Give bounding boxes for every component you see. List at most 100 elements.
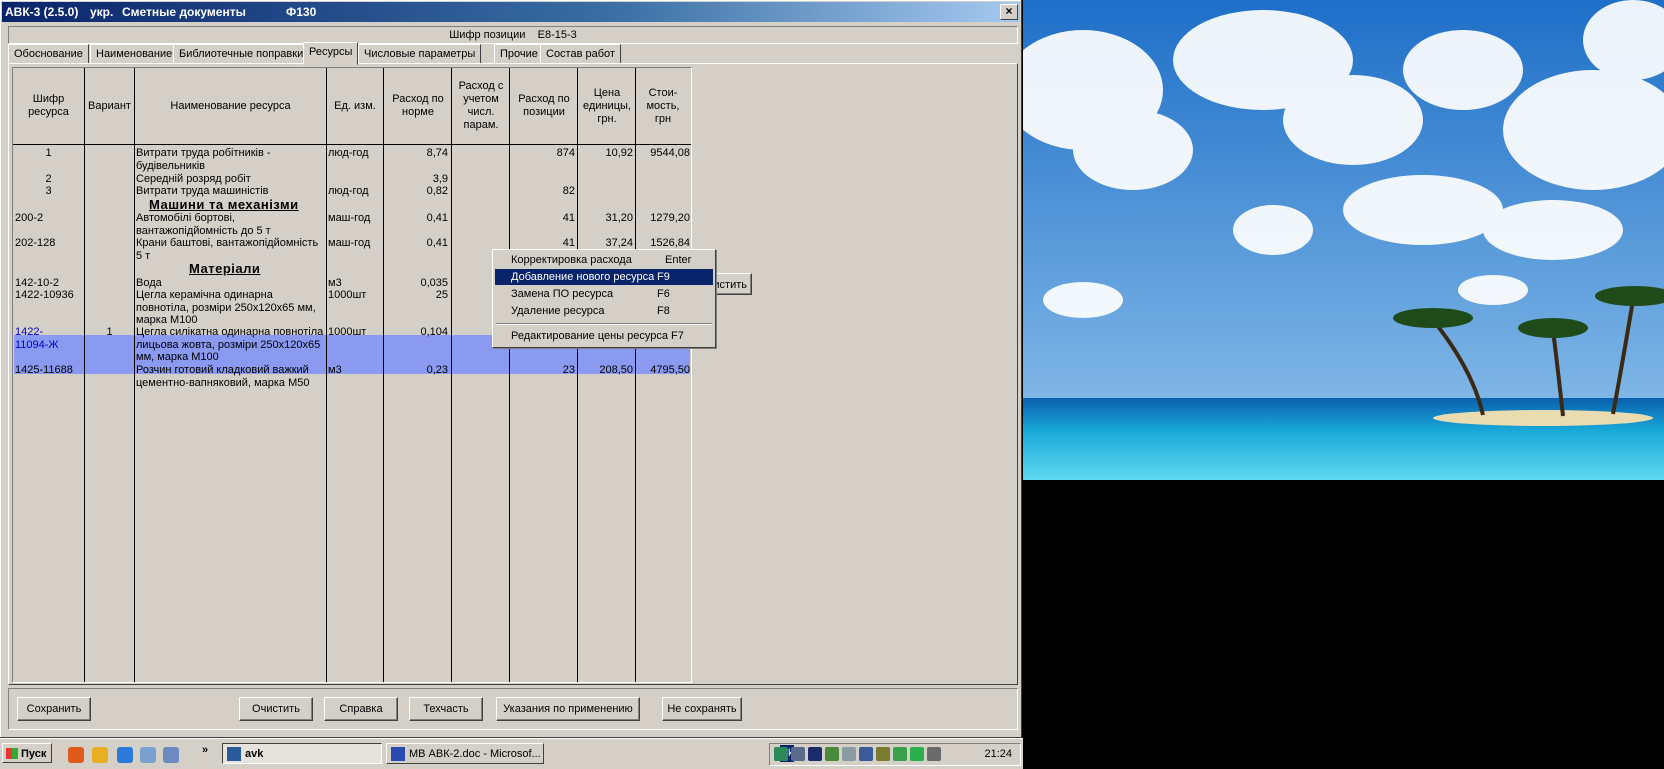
- cell-code[interactable]: 1422-10936: [15, 289, 84, 302]
- cell-position[interactable]: 41: [510, 237, 575, 250]
- cell-code-selected[interactable]: 1422-11094-Ж: [15, 326, 75, 351]
- ie-quicklaunch-icon[interactable]: [117, 747, 133, 763]
- tray-icon[interactable]: [876, 747, 890, 761]
- col-header-variant[interactable]: Вариант: [85, 68, 134, 144]
- cell-code[interactable]: 1425-11688: [15, 364, 84, 377]
- cell-code[interactable]: 200-2: [15, 212, 84, 225]
- tray-icon[interactable]: [791, 747, 805, 761]
- cell-unit[interactable]: маш-год: [328, 212, 383, 225]
- cell-norm[interactable]: 8,74: [384, 147, 448, 160]
- outlook-quicklaunch-icon[interactable]: [140, 747, 156, 763]
- tray-icon[interactable]: [859, 747, 873, 761]
- clear-button[interactable]: Очистить: [239, 697, 313, 721]
- task-word-doc[interactable]: МВ АВК-2.doc - Microsof...: [386, 743, 544, 764]
- cell-name[interactable]: Цегла керамічна одинарна повнотіла, розм…: [136, 289, 324, 327]
- resources-table[interactable]: Шифр ресурса Вариант Наименование ресурс…: [12, 67, 692, 683]
- menu-item-label: Редактирование цены ресурса: [511, 330, 669, 342]
- cell-position[interactable]: 41: [510, 212, 575, 225]
- cell-name[interactable]: Витрати труда машиністів: [136, 185, 324, 198]
- cell-code[interactable]: 3: [13, 185, 84, 198]
- guidance-button[interactable]: Указания по применению: [496, 697, 640, 721]
- tray-icon[interactable]: [910, 747, 924, 761]
- col-header-norm[interactable]: Расход по норме: [387, 68, 449, 144]
- cell-norm[interactable]: 25: [384, 289, 448, 302]
- col-header-name[interactable]: Наименование ресурса: [135, 68, 326, 144]
- cell-name[interactable]: Розчин готовий кладковий важкий цементно…: [136, 364, 324, 389]
- cell-norm[interactable]: 0,41: [384, 237, 448, 250]
- cell-cost[interactable]: 9544,08: [636, 147, 690, 160]
- col-header-position[interactable]: Расход по позиции: [513, 68, 575, 144]
- col-header-code[interactable]: Шифр ресурса: [13, 68, 84, 144]
- col-header-unit[interactable]: Ед. изм.: [333, 68, 377, 144]
- cell-unit[interactable]: люд-год: [328, 147, 383, 160]
- cell-norm[interactable]: 0,104: [384, 326, 448, 339]
- menu-item-edit-price[interactable]: Редактирование цены ресурса F7: [495, 328, 713, 344]
- tray-icon[interactable]: [893, 747, 907, 761]
- quicklaunch-chevron-icon[interactable]: »: [202, 744, 208, 756]
- cell-norm[interactable]: 0,41: [384, 212, 448, 225]
- cell-cost[interactable]: 1279,20: [636, 212, 690, 225]
- cell-price[interactable]: 37,24: [578, 237, 633, 250]
- tab-numeric-params[interactable]: Числовые параметры: [358, 44, 482, 64]
- task-avk[interactable]: avk: [222, 743, 382, 764]
- close-icon[interactable]: ×: [1000, 4, 1018, 20]
- volume-icon[interactable]: [927, 747, 941, 761]
- cell-code[interactable]: 142-10-2: [15, 277, 84, 290]
- cell-unit[interactable]: м3: [328, 364, 383, 377]
- menu-item-correct-consumption[interactable]: Корректировка расхода Enter: [495, 252, 713, 268]
- tab-naimenovanie[interactable]: Наименование: [90, 44, 179, 64]
- tool-quicklaunch-icon[interactable]: [92, 747, 108, 763]
- tab-resources[interactable]: Ресурсы: [303, 42, 359, 65]
- title-bar[interactable]: АВК-3 (2.5.0) укр. Сметные документы Ф13…: [2, 2, 1020, 22]
- browser-quicklaunch-icon[interactable]: [68, 747, 84, 763]
- desktop-quicklaunch-icon[interactable]: [163, 747, 179, 763]
- cell-unit[interactable]: 1000шт: [328, 289, 383, 302]
- save-button[interactable]: Сохранить: [17, 697, 91, 721]
- start-button[interactable]: Пуск: [2, 743, 52, 763]
- menu-item-add-resource[interactable]: Добавление нового ресурса F9: [495, 269, 713, 285]
- col-header-cost[interactable]: Стои-мость, грн: [637, 68, 689, 144]
- tab-work-composition[interactable]: Состав работ: [540, 44, 621, 64]
- tray-icon[interactable]: [808, 747, 822, 761]
- cell-norm[interactable]: 3,9: [384, 173, 448, 186]
- menu-item-delete-resource[interactable]: Удаление ресурса F8: [495, 303, 713, 319]
- tray-icon[interactable]: [825, 747, 839, 761]
- cell-norm[interactable]: 0,035: [384, 277, 448, 290]
- cell-variant[interactable]: 1: [85, 326, 134, 339]
- cell-unit[interactable]: люд-год: [328, 185, 383, 198]
- cell-position[interactable]: 23: [510, 364, 575, 377]
- no-save-button[interactable]: Не сохранять: [662, 697, 742, 721]
- cell-name[interactable]: Вода: [136, 277, 324, 290]
- cell-norm[interactable]: 0,23: [384, 364, 448, 377]
- cell-name[interactable]: Середній розряд робіт: [136, 173, 324, 186]
- cell-unit[interactable]: маш-год: [328, 237, 383, 250]
- clock[interactable]: 21:24: [984, 744, 1012, 765]
- cell-cost[interactable]: 4795,50: [636, 364, 690, 377]
- cell-cost[interactable]: 1526,84: [636, 237, 690, 250]
- cell-unit[interactable]: 1000шт: [328, 326, 383, 339]
- cell-code[interactable]: 2: [13, 173, 84, 186]
- cell-position[interactable]: 82: [510, 185, 575, 198]
- cell-name[interactable]: Витрати труда робітників - будівельників: [136, 147, 324, 172]
- tray-icon[interactable]: [842, 747, 856, 761]
- cell-position[interactable]: 874: [510, 147, 575, 160]
- cell-price[interactable]: 208,50: [578, 364, 633, 377]
- cell-name[interactable]: Крани баштові, вантажопідйомність 5 т: [136, 237, 324, 262]
- cell-unit[interactable]: м3: [328, 277, 383, 290]
- col-header-price[interactable]: Цена единицы, грн.: [581, 68, 633, 144]
- tray-icon[interactable]: [774, 747, 788, 761]
- cell-price[interactable]: 31,20: [578, 212, 633, 225]
- cell-name[interactable]: Цегла силікатна одинарна повнотіла лицьо…: [136, 326, 324, 364]
- col-header-param[interactable]: Расход с учетом числ. парам.: [455, 68, 507, 144]
- techpart-button[interactable]: Техчасть: [409, 697, 483, 721]
- cell-price[interactable]: 10,92: [578, 147, 633, 160]
- tab-obosnovanie[interactable]: Обоснование: [8, 44, 89, 64]
- cell-code[interactable]: 1: [13, 147, 84, 160]
- tab-library-corrections[interactable]: Библиотечные поправки: [173, 44, 310, 64]
- cell-name[interactable]: Автомобілі бортові, вантажопідйомність д…: [136, 212, 324, 237]
- help-button[interactable]: Справка: [324, 697, 398, 721]
- tab-other[interactable]: Прочие: [494, 44, 544, 64]
- menu-item-replace-resource[interactable]: Замена ПО ресурса F6: [495, 286, 713, 302]
- cell-norm[interactable]: 0,82: [384, 185, 448, 198]
- cell-code[interactable]: 202-128: [15, 237, 84, 250]
